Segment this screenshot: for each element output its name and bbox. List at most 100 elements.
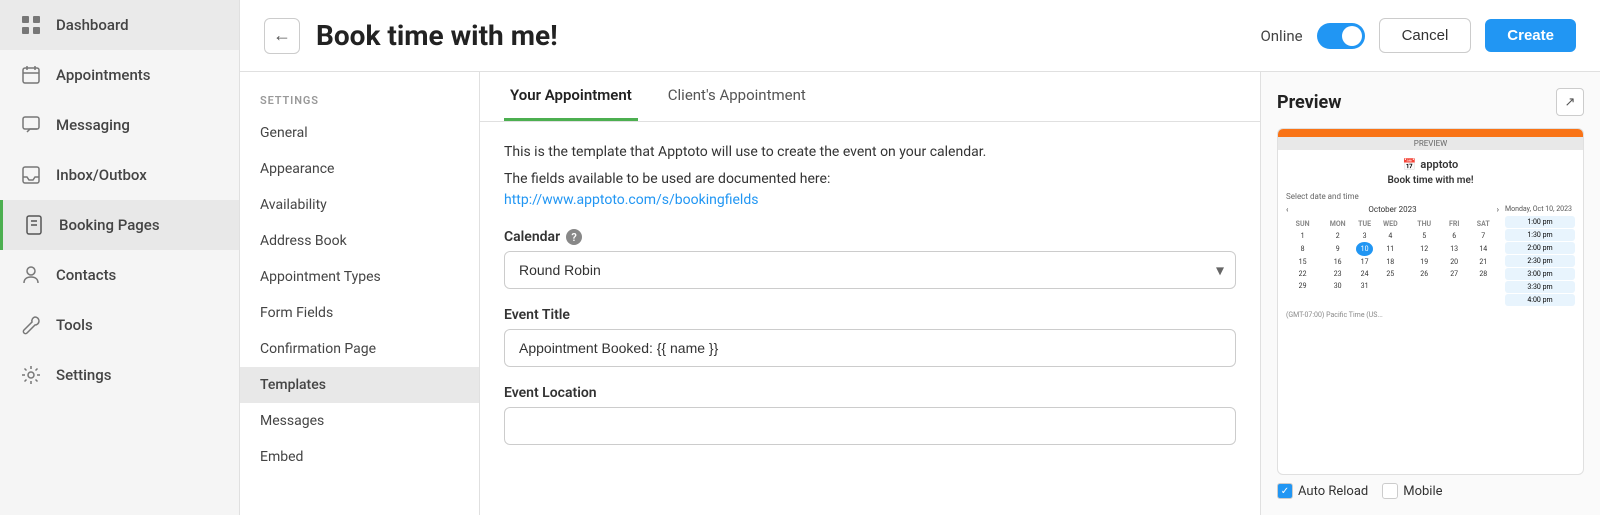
auto-reload-label: Auto Reload — [1298, 484, 1368, 499]
form-tabs: Your Appointment Client's Appointment — [480, 72, 1260, 122]
sidebar-item-appointments[interactable]: Appointments — [0, 50, 239, 100]
cal-day-fri: FRI — [1441, 218, 1468, 230]
tab-clients-appointment[interactable]: Client's Appointment — [662, 72, 812, 121]
page-header: ← Book time with me! Online Cancel Creat… — [240, 0, 1600, 72]
settings-item-confirmation-page[interactable]: Confirmation Page — [240, 331, 479, 367]
mobile-label: Mobile — [1403, 484, 1442, 499]
auto-reload-checkbox-box[interactable]: ✓ — [1277, 483, 1293, 499]
timeslot-3[interactable]: 2:00 pm — [1505, 242, 1575, 254]
person-icon — [20, 264, 42, 286]
sidebar-item-messaging[interactable]: Messaging — [0, 100, 239, 150]
event-location-section: Event Location — [504, 385, 1236, 445]
sidebar-item-label: Dashboard — [56, 16, 129, 34]
event-title-label: Event Title — [504, 307, 1236, 323]
online-toggle[interactable] — [1317, 23, 1365, 49]
timeslot-1[interactable]: 1:00 pm — [1505, 216, 1575, 228]
timeslot-2[interactable]: 1:30 pm — [1505, 229, 1575, 241]
next-month-icon[interactable]: › — [1497, 205, 1499, 214]
sidebar-item-settings[interactable]: Settings — [0, 350, 239, 400]
form-description-line2: The fields available to be used are docu… — [504, 169, 1236, 211]
sidebar-item-label: Messaging — [56, 116, 130, 134]
cal-day-thu: THU — [1408, 218, 1441, 230]
preview-cal-icon: 📅 — [1403, 158, 1417, 171]
mobile-checkbox-box[interactable] — [1382, 483, 1398, 499]
preview-timeslots: Monday, Oct 10, 2023 1:00 pm 1:30 pm 2:0… — [1505, 205, 1575, 307]
sidebar-item-booking[interactable]: Booking Pages — [0, 200, 239, 250]
preview-content: 📅 apptoto Book time with me! Select date… — [1278, 150, 1583, 327]
sidebar-item-contacts[interactable]: Contacts — [0, 250, 239, 300]
tab-your-appointment[interactable]: Your Appointment — [504, 72, 638, 121]
inbox-icon — [20, 164, 42, 186]
timeslot-7[interactable]: 4:00 pm — [1505, 294, 1575, 306]
main-content: ← Book time with me! Online Cancel Creat… — [240, 0, 1600, 515]
mobile-checkbox[interactable]: Mobile — [1382, 483, 1442, 499]
chat-icon — [20, 114, 42, 136]
sidebar-item-label: Settings — [56, 366, 112, 384]
month-label: October 2023 — [1368, 205, 1416, 214]
event-title-input[interactable] — [504, 329, 1236, 367]
auto-reload-check-icon: ✓ — [1281, 486, 1289, 497]
preview-day-label: Monday, Oct 10, 2023 — [1505, 205, 1575, 213]
form-area: Your Appointment Client's Appointment Th… — [480, 72, 1260, 515]
auto-reload-checkbox[interactable]: ✓ Auto Reload — [1277, 483, 1368, 499]
cal-day-wed: WED — [1373, 218, 1408, 230]
cal-day-sun: SUN — [1286, 218, 1319, 230]
header-actions: Online Cancel Create — [1260, 18, 1576, 53]
cal-day-sat: SAT — [1468, 218, 1499, 230]
settings-item-templates[interactable]: Templates — [240, 367, 479, 403]
back-button[interactable]: ← — [264, 18, 300, 54]
external-link-icon[interactable]: ↗ — [1556, 88, 1584, 116]
sidebar-item-tools[interactable]: Tools — [0, 300, 239, 350]
preview-frame: PREVIEW 📅 apptoto Book time with me! Sel… — [1277, 128, 1584, 475]
event-location-input[interactable] — [504, 407, 1236, 445]
preview-apptoto-brand: 📅 apptoto — [1286, 158, 1575, 171]
book-icon — [23, 214, 45, 236]
preview-panel: Preview ↗ PREVIEW 📅 apptoto Book time wi… — [1260, 72, 1600, 515]
settings-item-messages[interactable]: Messages — [240, 403, 479, 439]
calendar-select[interactable]: Round Robin Personal Work — [504, 251, 1236, 289]
calendar-section: Calendar ? Round Robin Personal Work ▾ — [504, 229, 1236, 289]
calendar-select-wrapper: Round Robin Personal Work ▾ — [504, 251, 1236, 289]
online-label: Online — [1260, 27, 1302, 45]
sidebar-item-inbox[interactable]: Inbox/Outbox — [0, 150, 239, 200]
cal-day-mon: MON — [1319, 218, 1356, 230]
settings-nav: SETTINGS General Appearance Availability… — [240, 72, 480, 515]
form-body: This is the template that Apptoto will u… — [480, 122, 1260, 465]
booking-fields-link[interactable]: http://www.apptoto.com/s/bookingfields — [504, 192, 758, 208]
preview-banner — [1278, 129, 1583, 137]
settings-item-availability[interactable]: Availability — [240, 187, 479, 223]
main-sidebar: Dashboard Appointments Messaging — [0, 0, 240, 515]
preview-booking-title: Book time with me! — [1286, 175, 1575, 186]
cal-date[interactable]: 1 — [1286, 230, 1319, 242]
preview-month-nav: ‹ October 2023 › — [1286, 205, 1499, 214]
sidebar-item-dashboard[interactable]: Dashboard — [0, 0, 239, 50]
cal-day-tue: TUE — [1356, 218, 1373, 230]
prev-month-icon[interactable]: ‹ — [1286, 205, 1288, 214]
settings-item-appointment-types[interactable]: Appointment Types — [240, 259, 479, 295]
settings-item-address-book[interactable]: Address Book — [240, 223, 479, 259]
grid-icon — [20, 14, 42, 36]
timeslot-5[interactable]: 3:00 pm — [1505, 268, 1575, 280]
sidebar-item-label: Contacts — [56, 266, 116, 284]
settings-item-form-fields[interactable]: Form Fields — [240, 295, 479, 331]
preview-banner-label: PREVIEW — [1278, 137, 1583, 150]
timeslot-4[interactable]: 2:30 pm — [1505, 255, 1575, 267]
settings-item-embed[interactable]: Embed — [240, 439, 479, 475]
create-button[interactable]: Create — [1485, 19, 1576, 52]
preview-title: Preview — [1277, 92, 1341, 113]
timeslot-6[interactable]: 3:30 pm — [1505, 281, 1575, 293]
cancel-button[interactable]: Cancel — [1379, 18, 1472, 53]
event-location-label: Event Location — [504, 385, 1236, 401]
event-title-section: Event Title — [504, 307, 1236, 367]
form-description-line1: This is the template that Apptoto will u… — [504, 142, 1236, 163]
preview-calendar: SUN MON TUE WED THU FRI SAT — [1286, 218, 1499, 292]
preview-select-date-label: Select date and time — [1286, 192, 1575, 201]
gear-icon — [20, 364, 42, 386]
sidebar-item-label: Booking Pages — [59, 216, 160, 234]
settings-item-appearance[interactable]: Appearance — [240, 151, 479, 187]
settings-section-label: SETTINGS — [240, 88, 479, 115]
settings-item-general[interactable]: General — [240, 115, 479, 151]
calendar-icon — [20, 64, 42, 86]
calendar-label: Calendar ? — [504, 229, 1236, 245]
calendar-help-icon[interactable]: ? — [566, 229, 582, 245]
